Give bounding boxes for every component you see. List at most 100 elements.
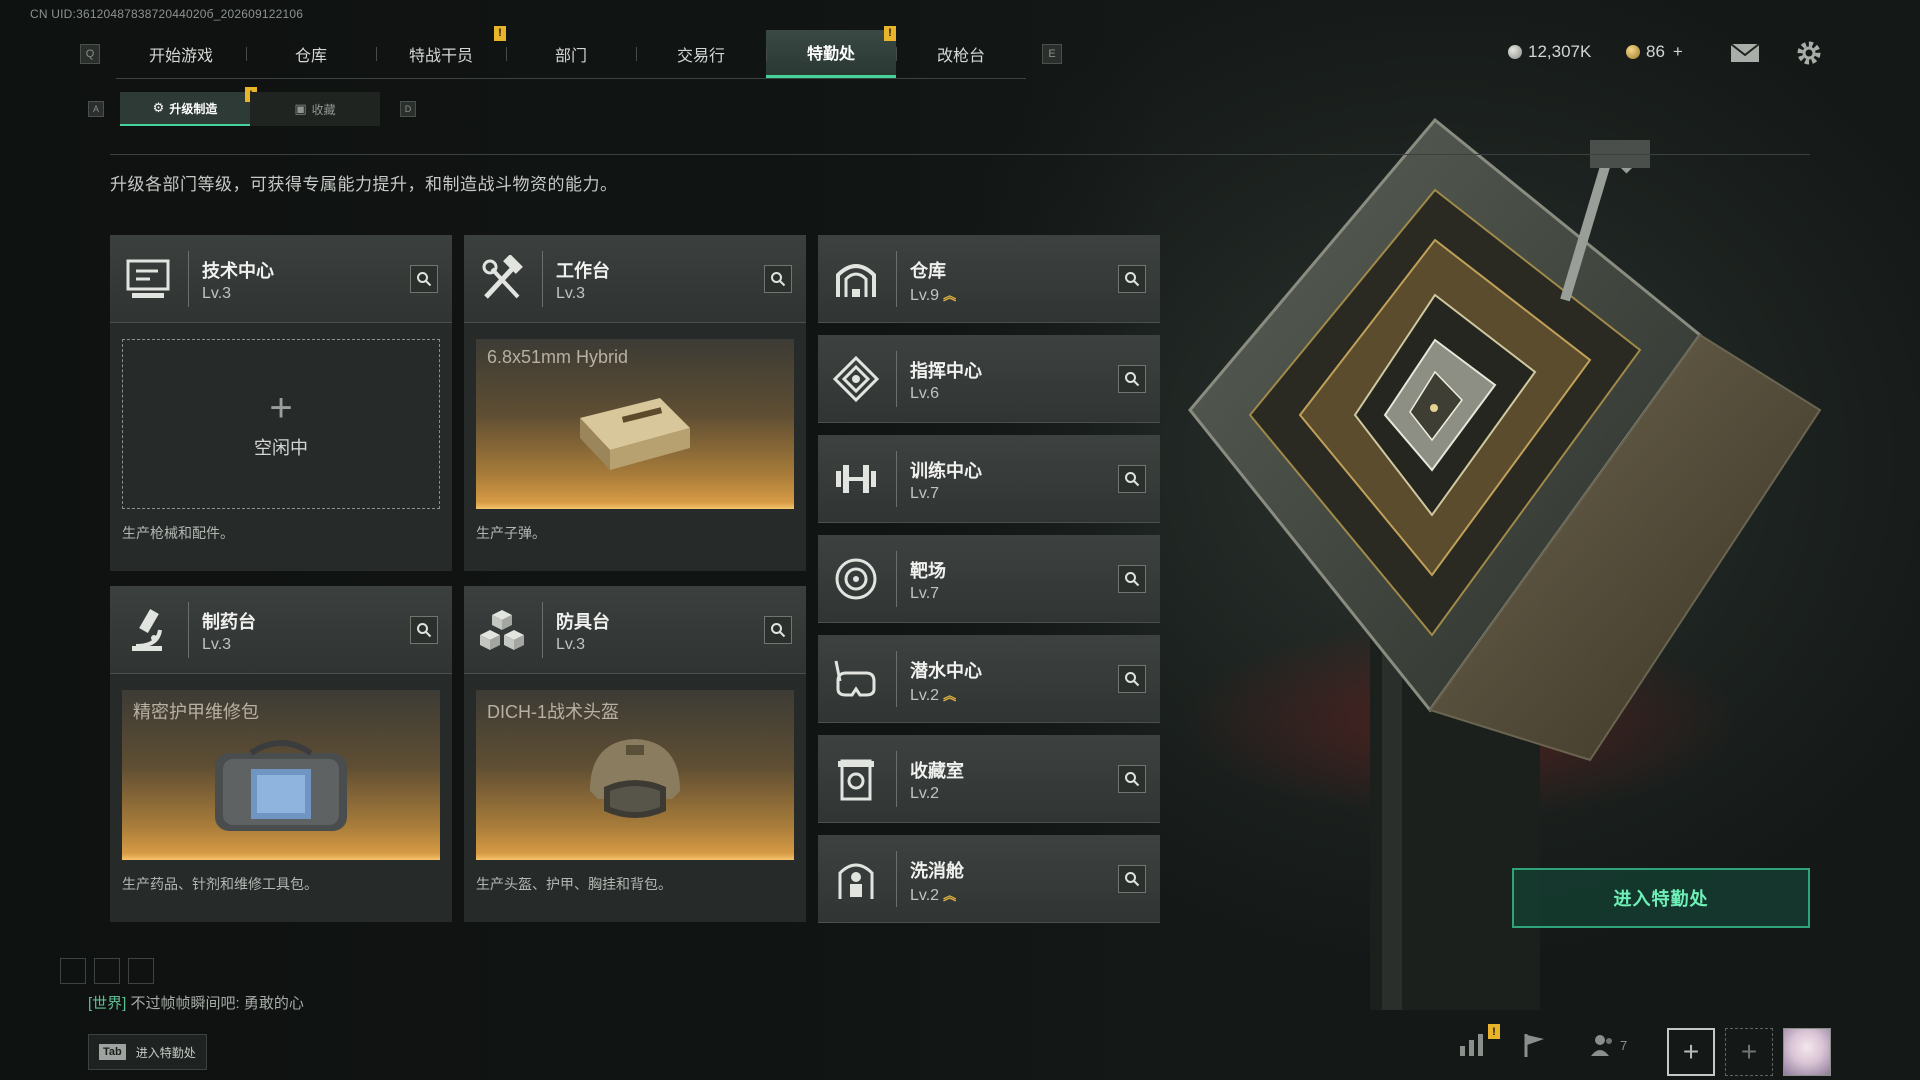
deco-square (94, 958, 120, 984)
tab-department[interactable]: 部门 (506, 30, 636, 78)
search-button[interactable] (764, 265, 792, 293)
coin-amount: 12,307K (1528, 42, 1592, 61)
tab-label: 开始游戏 (148, 47, 213, 65)
stats-chart-icon[interactable] (1458, 1032, 1486, 1058)
card-title: 防具台 (556, 612, 610, 632)
decontamination-icon (838, 863, 874, 899)
target-icon (835, 558, 877, 600)
world-chat-message[interactable]: [世界] 不过帧帧瞬间吧: 勇敢的心 (88, 992, 304, 1013)
tab-operators[interactable]: 特战干员! (376, 25, 506, 78)
top-nav: Q 开始游戏 仓库 特战干员! 部门 交易行 特勤处! 改枪台 E (80, 25, 1062, 79)
card-title: 制药台 (202, 612, 256, 632)
dept-level: Lv.2 ︽ (910, 885, 956, 905)
dept-row-warehouse[interactable]: 仓库 Lv.9 ︽ (818, 235, 1160, 323)
search-icon (1125, 872, 1140, 887)
search-button[interactable] (1118, 565, 1146, 593)
dept-name: 潜水中心 (910, 661, 982, 681)
command-center-icon (832, 355, 880, 403)
row-separator (896, 351, 897, 407)
tools-icon (482, 255, 523, 299)
card-tech-center[interactable]: 技术中心 Lv.3 + 空闲中 生产枪械和配件。 (110, 235, 452, 571)
premium-coin-icon (1626, 45, 1640, 59)
top-tabs: 开始游戏 仓库 特战干员! 部门 交易行 特勤处! 改枪台 (116, 25, 1026, 79)
dept-level: Lv.7 (910, 485, 940, 502)
card-armor-bench[interactable]: 防具台 Lv.3 DICH-1战术头盔 生产头盔、护甲、胸挂和背包。 (464, 586, 806, 922)
upgrade-icon: ⚙ (152, 100, 165, 115)
upgrade-arrow-icon: ︽ (943, 688, 957, 703)
tab-warehouse[interactable]: 仓库 (246, 30, 376, 78)
upgrade-arrow-icon: ︽ (943, 888, 957, 903)
card-workbench[interactable]: 工作台 Lv.3 6.8x51mm Hybrid 生产子弹。 (464, 235, 806, 571)
card-pharmacy[interactable]: 制药台 Lv.3 精密护甲维修包 生产药品、针剂和维修工具包。 (110, 586, 452, 922)
tab-start-game[interactable]: 开始游戏 (116, 30, 246, 78)
dept-level: Lv.6 (910, 385, 940, 402)
search-button[interactable] (1118, 265, 1146, 293)
tab-special-ops[interactable]: 特勤处! (766, 25, 896, 78)
dept-row-diving-center[interactable]: 潜水中心 Lv.2 ︽ (818, 635, 1160, 723)
card-title: 工作台 (556, 261, 610, 281)
subtab-upgrade-craft[interactable]: ⚙升级制造! (120, 87, 257, 126)
deco-square (60, 958, 86, 984)
coin-icon (1508, 45, 1522, 59)
premium-balance[interactable]: 86 + (1626, 42, 1683, 62)
dept-row-shooting-range[interactable]: 靶场 Lv.7 (818, 535, 1160, 623)
header-separator (542, 251, 543, 307)
card-level: Lv.3 (556, 285, 586, 302)
card-body: 6.8x51mm Hybrid 生产子弹。 (464, 323, 806, 571)
search-button[interactable] (1118, 365, 1146, 393)
subnav-next-key-hint[interactable]: D (400, 101, 416, 117)
tab-key-hint[interactable]: Tab 进入特勤处 (88, 1034, 207, 1070)
dept-row-collection-room[interactable]: 收藏室 Lv.2 (818, 735, 1160, 823)
nav-prev-key-hint[interactable]: Q (80, 44, 100, 64)
dept-name: 收藏室 (910, 761, 964, 781)
collection-icon: ▣ (294, 101, 307, 116)
flag-icon[interactable] (1522, 1032, 1548, 1058)
uid-label: CN UID:3612048783872044020б_202609122106 (30, 7, 304, 21)
enter-special-ops-button[interactable]: 进入特勤处 (1512, 868, 1810, 928)
coin-balance[interactable]: 12,307K (1508, 42, 1591, 62)
dept-row-training-center[interactable]: 训练中心 Lv.7 (818, 435, 1160, 523)
mail-icon[interactable] (1730, 42, 1760, 64)
friends-icon (1591, 1035, 1612, 1056)
production-slot[interactable]: DICH-1战术头盔 (476, 690, 794, 860)
dept-row-command-center[interactable]: 指挥中心 Lv.6 (818, 335, 1160, 423)
avatar[interactable] (1783, 1028, 1831, 1076)
search-button[interactable] (410, 616, 438, 644)
search-button[interactable] (764, 616, 792, 644)
chat-text: 不过帧帧瞬间吧: 勇敢的心 (130, 995, 304, 1012)
dept-row-decontamination[interactable]: 洗消舱 Lv.2 ︽ (818, 835, 1160, 923)
tab-gunsmith[interactable]: 改枪台 (896, 30, 1026, 78)
dept-level-text: Lv.2 (910, 687, 940, 704)
invite-slot-button[interactable]: + (1667, 1028, 1715, 1076)
production-slot[interactable]: 6.8x51mm Hybrid (476, 339, 794, 509)
tab-trading[interactable]: 交易行 (636, 30, 766, 78)
empty-slot-button[interactable]: + (1725, 1028, 1773, 1076)
dept-name: 洗消舱 (910, 861, 964, 881)
row-separator (896, 651, 897, 707)
nav-next-key-hint[interactable]: E (1042, 44, 1062, 64)
card-header: 防具台 Lv.3 (464, 586, 806, 674)
upgrade-arrow-icon: ︽ (943, 288, 957, 303)
search-icon (771, 272, 786, 287)
card-description: 生产头盔、护甲、胸挂和背包。 (476, 876, 672, 892)
search-button[interactable] (410, 265, 438, 293)
subtab-collection[interactable]: ▣ 收藏 (250, 92, 380, 126)
search-button[interactable] (1118, 465, 1146, 493)
search-button[interactable] (1118, 765, 1146, 793)
dept-level: Lv.7 (910, 585, 940, 602)
helmet-image (590, 739, 680, 818)
friends-button[interactable]: 7 (1590, 1032, 1627, 1058)
search-button[interactable] (1118, 865, 1146, 893)
search-icon (1125, 772, 1140, 787)
header-separator (188, 251, 189, 307)
ammo-box-image (580, 398, 690, 470)
idle-slot[interactable]: + 空闲中 (122, 339, 440, 509)
collection-room-icon (838, 759, 874, 801)
search-button[interactable] (1118, 665, 1146, 693)
premium-add-button[interactable]: + (1673, 42, 1683, 62)
production-slot[interactable]: 精密护甲维修包 (122, 690, 440, 860)
dept-level-text: Lv.9 (910, 287, 940, 304)
gear-icon[interactable] (1796, 40, 1822, 66)
subnav-prev-key-hint[interactable]: A (88, 101, 104, 117)
chat-channel: [世界] (88, 995, 127, 1012)
